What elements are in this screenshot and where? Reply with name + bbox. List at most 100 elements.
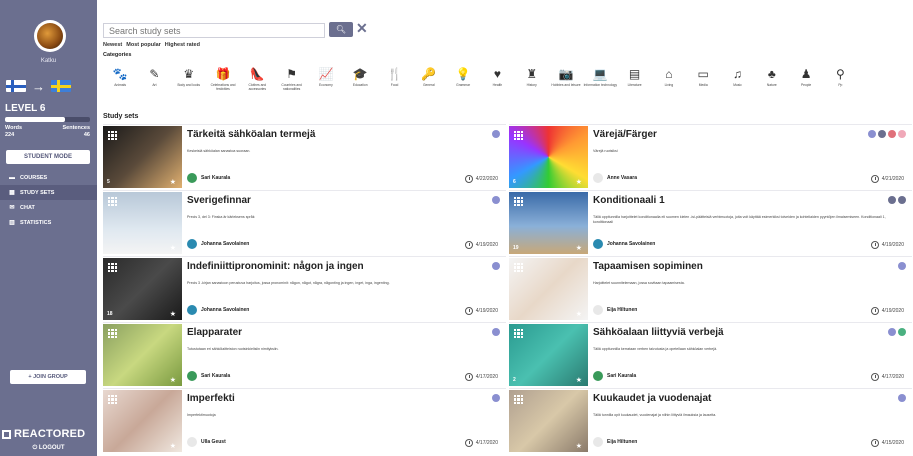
star-icon[interactable]: ★ (576, 442, 582, 450)
study-set-thumbnail[interactable]: ★ (103, 192, 182, 254)
level-badge-icon (898, 262, 906, 270)
study-set-card[interactable]: 18 ★ Indefiniittipronominit: någon ja inge… (103, 256, 506, 320)
author[interactable]: Eija Hiltunen (593, 437, 637, 447)
search-input[interactable] (103, 23, 325, 38)
author[interactable]: Johanna Savolainen (187, 305, 249, 315)
author-avatar (187, 305, 197, 315)
study-set-thumbnail[interactable]: ★ (509, 390, 588, 452)
sort-highest-rated[interactable]: Highest rated (165, 42, 200, 48)
category-media[interactable]: ▭ Media (686, 65, 720, 97)
study-set-thumbnail[interactable]: ★ (509, 258, 588, 320)
study-set-title[interactable]: Elapparater (187, 327, 242, 338)
sort-most-popular[interactable]: Most popular (126, 42, 161, 48)
category-celebrations-and-festivities[interactable]: 🎁 Celebrations and festivities (206, 65, 240, 97)
study-set-card[interactable]: 5 ★ Tärkeitä sähköalan termejä Keskeisiä sä… (103, 124, 506, 188)
category-grammar[interactable]: 💡 Grammar (446, 65, 480, 97)
study-set-title[interactable]: Imperfekti (187, 393, 235, 404)
author[interactable]: Ulla Geust (187, 437, 226, 447)
category-general[interactable]: 🔑 General (412, 65, 446, 97)
sidebar-item-study-sets[interactable]: ▦ STUDY SETS (0, 185, 97, 200)
study-set-title[interactable]: Konditionaali 1 (593, 195, 665, 206)
study-set-title[interactable]: Tärkeitä sähköalan termejä (187, 129, 315, 140)
sidebar-item-statistics[interactable]: ▥ STATISTICS (0, 215, 97, 230)
category-food[interactable]: 🍴 Food (377, 65, 411, 97)
sidebar-item-chat[interactable]: ✉ CHAT (0, 200, 97, 215)
language-pair[interactable]: → (6, 77, 86, 95)
category-body-and-looks[interactable]: ♛ Body and looks (172, 65, 206, 97)
likes-count: 2 (513, 377, 516, 383)
category-art[interactable]: ✎ Art (137, 65, 171, 97)
category-nature[interactable]: ♣ Nature (755, 65, 789, 97)
category-hobbies-and-leisure[interactable]: 📷 Hobbies and leisure (549, 65, 583, 97)
star-icon[interactable]: ★ (170, 244, 176, 252)
category-label: Food (390, 83, 399, 87)
study-set-thumbnail[interactable]: ★ (103, 390, 182, 452)
category-countries-and-nationalities[interactable]: ⚑ Countries and nationalities (274, 65, 308, 97)
star-icon[interactable]: ★ (576, 244, 582, 252)
logout-button[interactable]: ⏻ LOGOUT (0, 445, 97, 452)
author[interactable]: Johanna Savolainen (593, 239, 655, 249)
category-information-technology[interactable]: 💻 Information technology (583, 65, 617, 97)
category-education[interactable]: 🎓 Education (343, 65, 377, 97)
study-set-thumbnail[interactable]: 5 ★ (103, 126, 182, 188)
category-literature[interactable]: ▤ Literature (617, 65, 651, 97)
category-music[interactable]: ♫ Music (720, 65, 754, 97)
author[interactable]: Eija Hiltunen (593, 305, 637, 315)
category-living[interactable]: ⌂ Living (652, 65, 686, 97)
study-set-thumbnail[interactable]: 18 ★ (103, 258, 182, 320)
star-icon[interactable]: ★ (576, 310, 582, 318)
author[interactable]: Johanna Savolainen (187, 239, 249, 249)
category-animals[interactable]: 🐾 Animals (103, 65, 137, 97)
category-label: Countries and nationalities (281, 83, 302, 91)
sidebar-item-courses[interactable]: ▬ COURSES (0, 170, 97, 185)
study-set-title[interactable]: Sverigefinnar (187, 195, 251, 206)
study-set-thumbnail[interactable]: 19 ★ (509, 192, 588, 254)
level-badge-icon (888, 196, 896, 204)
category-people[interactable]: ♟ People (789, 65, 823, 97)
author[interactable]: Sari Kaurala (593, 371, 636, 381)
author[interactable]: Sari Kaurala (187, 371, 230, 381)
star-icon[interactable]: ★ (170, 178, 176, 186)
category-health[interactable]: ♥ Health (480, 65, 514, 97)
category-economy[interactable]: 📈 Economy (309, 65, 343, 97)
star-icon[interactable]: ★ (576, 376, 582, 384)
star-icon[interactable]: ★ (576, 178, 582, 186)
close-icon[interactable]: ✕ (356, 20, 368, 37)
study-set-card[interactable]: ★ Elapparater Tutustutaan eri sähkölaittei… (103, 322, 506, 386)
study-set-card[interactable]: ★ Sverigefinnar Precis 3, del 3: Finska är… (103, 190, 506, 254)
study-set-title[interactable]: Tapaamisen sopiminen (593, 261, 703, 272)
author[interactable]: Anne Vasara (593, 173, 637, 183)
avatar[interactable] (34, 20, 66, 52)
study-set-title[interactable]: Kuukaudet ja vuodenajat (593, 393, 711, 404)
study-set-card[interactable]: ★ Imperfekti Imperfektimuotoja Ulla Geust 4/… (103, 388, 506, 452)
study-set-card[interactable]: 6 ★ Värejä/Färger Värejä ruotsiksi Anne Vasa… (509, 124, 912, 188)
category-label: Art (152, 83, 157, 87)
study-set-card[interactable]: ★ Tapaamisen sopiminen Harjoittelet suunni… (509, 256, 912, 320)
study-set-thumbnail[interactable]: ★ (103, 324, 182, 386)
category-history[interactable]: ♜ History (515, 65, 549, 97)
category-icon: 🍴 (387, 67, 402, 81)
grid-icon (108, 395, 117, 404)
category-clothes-and-accessories[interactable]: 👠 Clothes and accessories (240, 65, 274, 97)
study-set-title[interactable]: Sähköalaan liittyviä verbejä (593, 327, 724, 338)
star-icon[interactable]: ★ (170, 376, 176, 384)
study-set-title[interactable]: Indefiniittipronominit: någon ja ingen (187, 261, 364, 272)
author[interactable]: Sari Kaurala (187, 173, 230, 183)
category-label: General (422, 83, 435, 87)
study-set-card[interactable]: ★ Kuukaudet ja vuodenajat Tällä tunnilla o… (509, 388, 912, 452)
search-button[interactable]: 🔍︎ (329, 22, 353, 37)
join-group-button[interactable]: + JOIN GROUP (10, 370, 86, 384)
study-set-thumbnail[interactable]: 2 ★ (509, 324, 588, 386)
study-set-card[interactable]: 19 ★ Konditionaali 1 Tällä oppitunnilla har… (509, 190, 912, 254)
student-mode-button[interactable]: STUDENT MODE (6, 150, 90, 164)
study-set-card[interactable]: 2 ★ Sähköalaan liittyviä verbejä Tällä oppi… (509, 322, 912, 386)
clock-icon (870, 241, 879, 249)
category-label: Hobbies and leisure (551, 83, 581, 87)
star-icon[interactable]: ★ (170, 442, 176, 450)
study-set-thumbnail[interactable]: 6 ★ (509, 126, 588, 188)
star-icon[interactable]: ★ (170, 310, 176, 318)
study-set-title[interactable]: Värejä/Färger (593, 129, 657, 140)
sort-newest[interactable]: Newest (103, 42, 122, 48)
category-pp[interactable]: ⚲ Pp (823, 65, 857, 97)
grid-icon (108, 329, 117, 338)
